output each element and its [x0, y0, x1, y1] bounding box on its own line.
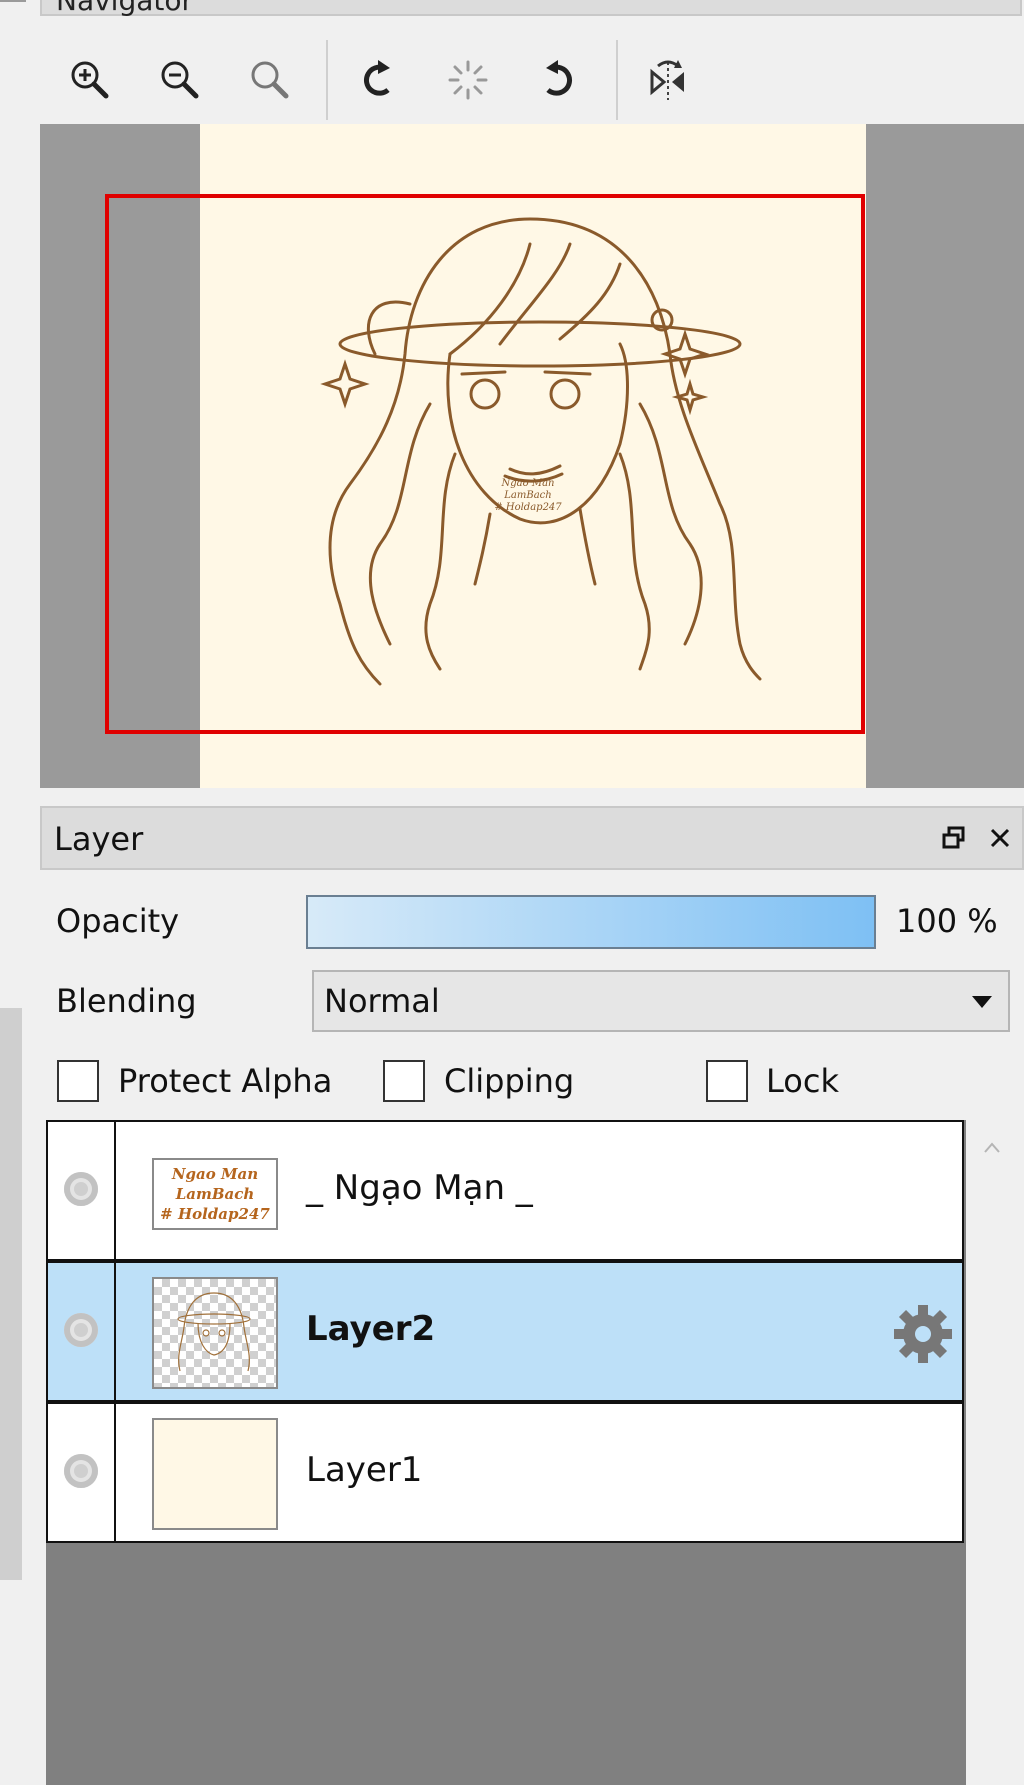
navigator-toolbar: [40, 26, 1024, 122]
zoom-in-icon[interactable]: [58, 48, 122, 112]
layer-panel-title: Layer: [54, 820, 144, 858]
layer-thumbnail: Ngao Man LamBach # Holdap247: [152, 1158, 278, 1230]
scroll-up-icon[interactable]: [982, 1138, 1002, 1158]
protect-alpha-label: Protect Alpha: [118, 1062, 333, 1100]
flip-horizontal-icon[interactable]: [636, 48, 700, 112]
visibility-toggle-icon[interactable]: [64, 1313, 98, 1347]
layer-row[interactable]: Ngao Man LamBach # Holdap247 _ Ngạo Mạn …: [46, 1120, 964, 1261]
navigator-preview[interactable]: Ngao Man LamBach # Holdap247: [40, 124, 1024, 788]
lock-checkbox[interactable]: [706, 1060, 748, 1102]
visibility-column: [48, 1404, 116, 1541]
blending-label: Blending: [56, 982, 197, 1020]
layer-name: Layer1: [306, 1450, 423, 1490]
visibility-column: [48, 1122, 116, 1259]
visibility-column: [48, 1263, 116, 1400]
thumbnail-text: # Holdap247: [160, 1205, 270, 1223]
viewport-rectangle[interactable]: [105, 194, 865, 734]
dropdown-arrow-icon: [972, 996, 992, 1008]
zoom-out-icon[interactable]: [148, 48, 212, 112]
layer-panel-header: Layer: [40, 806, 1024, 870]
clipping-checkbox[interactable]: [383, 1060, 425, 1102]
toolbar-separator: [616, 40, 618, 120]
blending-value: Normal: [324, 982, 440, 1020]
layer-thumbnail: [152, 1277, 278, 1389]
layer-thumbnail: [152, 1418, 278, 1530]
float-panel-icon[interactable]: [938, 822, 970, 854]
rotate-reset-icon[interactable]: [436, 48, 500, 112]
visibility-toggle-icon[interactable]: [64, 1172, 98, 1206]
thumbnail-text: LamBach: [175, 1185, 255, 1203]
left-scrollbar[interactable]: [0, 1008, 22, 1580]
visibility-toggle-icon[interactable]: [64, 1454, 98, 1488]
close-panel-icon[interactable]: [984, 822, 1016, 854]
blending-select[interactable]: Normal: [312, 970, 1010, 1032]
opacity-label: Opacity: [56, 902, 180, 940]
opacity-value: 100 %: [896, 902, 998, 940]
thumbnail-text: Ngao Man: [171, 1165, 259, 1183]
toolbar-separator: [326, 40, 328, 120]
opacity-slider[interactable]: [306, 895, 876, 949]
left-divider: [0, 0, 26, 2]
navigator-header: Navigator: [40, 0, 1022, 17]
clipping-label: Clipping: [444, 1062, 575, 1100]
navigator-title: Navigator: [56, 0, 194, 17]
layer-name: _ Ngạo Mạn _: [306, 1168, 533, 1208]
layer-name: Layer2: [306, 1309, 436, 1349]
gear-icon[interactable]: [890, 1301, 956, 1367]
layer-row-selected[interactable]: Layer2: [46, 1261, 964, 1402]
protect-alpha-checkbox[interactable]: [57, 1060, 99, 1102]
lock-label: Lock: [766, 1062, 839, 1100]
layer-list[interactable]: Ngao Man LamBach # Holdap247 _ Ngạo Mạn …: [46, 1120, 966, 1785]
rotate-left-icon[interactable]: [346, 48, 410, 112]
layer-row[interactable]: Layer1: [46, 1402, 964, 1543]
rotate-right-icon[interactable]: [526, 48, 590, 112]
zoom-reset-icon[interactable]: [238, 48, 302, 112]
